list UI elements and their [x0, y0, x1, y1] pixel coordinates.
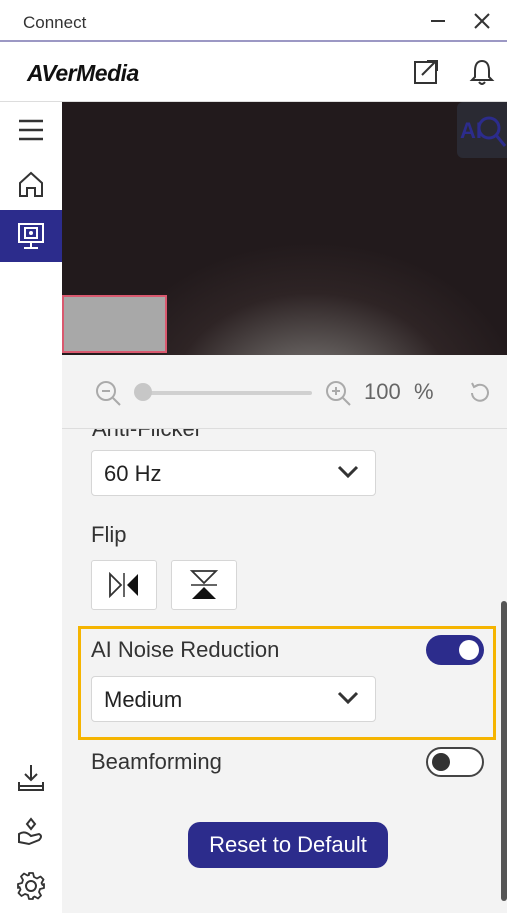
zoom-slider-handle[interactable]	[134, 383, 152, 401]
minimize-icon	[431, 20, 445, 22]
search-icon	[477, 116, 507, 147]
flip-horizontal-icon	[109, 572, 138, 598]
zoom-slider-track[interactable]	[138, 391, 312, 395]
anti-flicker-value: 60 Hz	[104, 461, 162, 486]
home-icon	[19, 171, 43, 197]
sidebar-item-settings[interactable]	[0, 860, 62, 912]
close-button[interactable]	[467, 8, 497, 34]
zoom-in-icon[interactable]	[324, 379, 352, 407]
hamburger-menu-icon	[19, 119, 43, 141]
sidebar	[0, 102, 62, 913]
toggle-knob	[432, 753, 450, 771]
zoom-bar: 100 %	[62, 355, 507, 429]
flip-horizontal-button[interactable]	[91, 560, 157, 610]
sidebar-item-home[interactable]	[0, 158, 62, 210]
avermedia-logo: AVerMedia	[27, 60, 139, 86]
flip-vertical-button[interactable]	[171, 560, 237, 610]
download-icon	[18, 765, 44, 791]
notification-button[interactable]	[466, 56, 498, 88]
zoom-out-icon[interactable]	[94, 379, 122, 407]
reset-to-default-button[interactable]: Reset to Default	[188, 822, 388, 868]
ai-button[interactable]: AI	[457, 102, 507, 158]
sidebar-item-download[interactable]	[0, 752, 62, 804]
gear-icon	[17, 872, 45, 900]
popout-button[interactable]	[410, 56, 442, 88]
app-header: AVerMedia	[0, 42, 507, 102]
minimize-button[interactable]	[423, 8, 453, 34]
settings-panel: Anti-Flicker 60 Hz Flip AI Noise Reducti…	[62, 429, 507, 913]
ai-noise-select[interactable]: Medium	[91, 676, 376, 722]
chevron-down-icon	[337, 691, 359, 705]
pip-frame[interactable]	[62, 295, 167, 353]
chevron-down-icon	[337, 465, 359, 479]
beamforming-toggle[interactable]	[426, 747, 484, 777]
scrollbar[interactable]	[501, 601, 507, 901]
ai-noise-value: Medium	[104, 687, 183, 712]
zoom-value: 100	[364, 379, 401, 404]
ai-noise-toggle[interactable]	[426, 635, 484, 665]
beamforming-label: Beamforming	[91, 749, 222, 774]
anti-flicker-label: Anti-Flicker	[92, 429, 202, 442]
ai-noise-label: AI Noise Reduction	[91, 637, 280, 662]
flip-vertical-icon	[189, 570, 219, 599]
title-bar: Connect	[0, 0, 507, 42]
sidebar-item-plugin[interactable]	[0, 806, 62, 858]
external-link-icon	[414, 60, 438, 84]
plugin-icon	[18, 817, 42, 846]
camera-monitor-icon	[18, 223, 44, 249]
window-title: Connect	[23, 13, 87, 32]
toggle-knob	[459, 640, 479, 660]
sidebar-item-menu[interactable]	[0, 104, 62, 156]
close-icon	[474, 13, 490, 29]
flip-label: Flip	[91, 522, 127, 547]
camera-preview[interactable]: AI	[62, 102, 507, 355]
sidebar-item-camera[interactable]	[0, 210, 62, 262]
reset-zoom-icon[interactable]	[466, 379, 494, 407]
bell-icon	[469, 59, 495, 85]
zoom-unit: %	[414, 379, 434, 404]
anti-flicker-select[interactable]: 60 Hz	[91, 450, 376, 496]
